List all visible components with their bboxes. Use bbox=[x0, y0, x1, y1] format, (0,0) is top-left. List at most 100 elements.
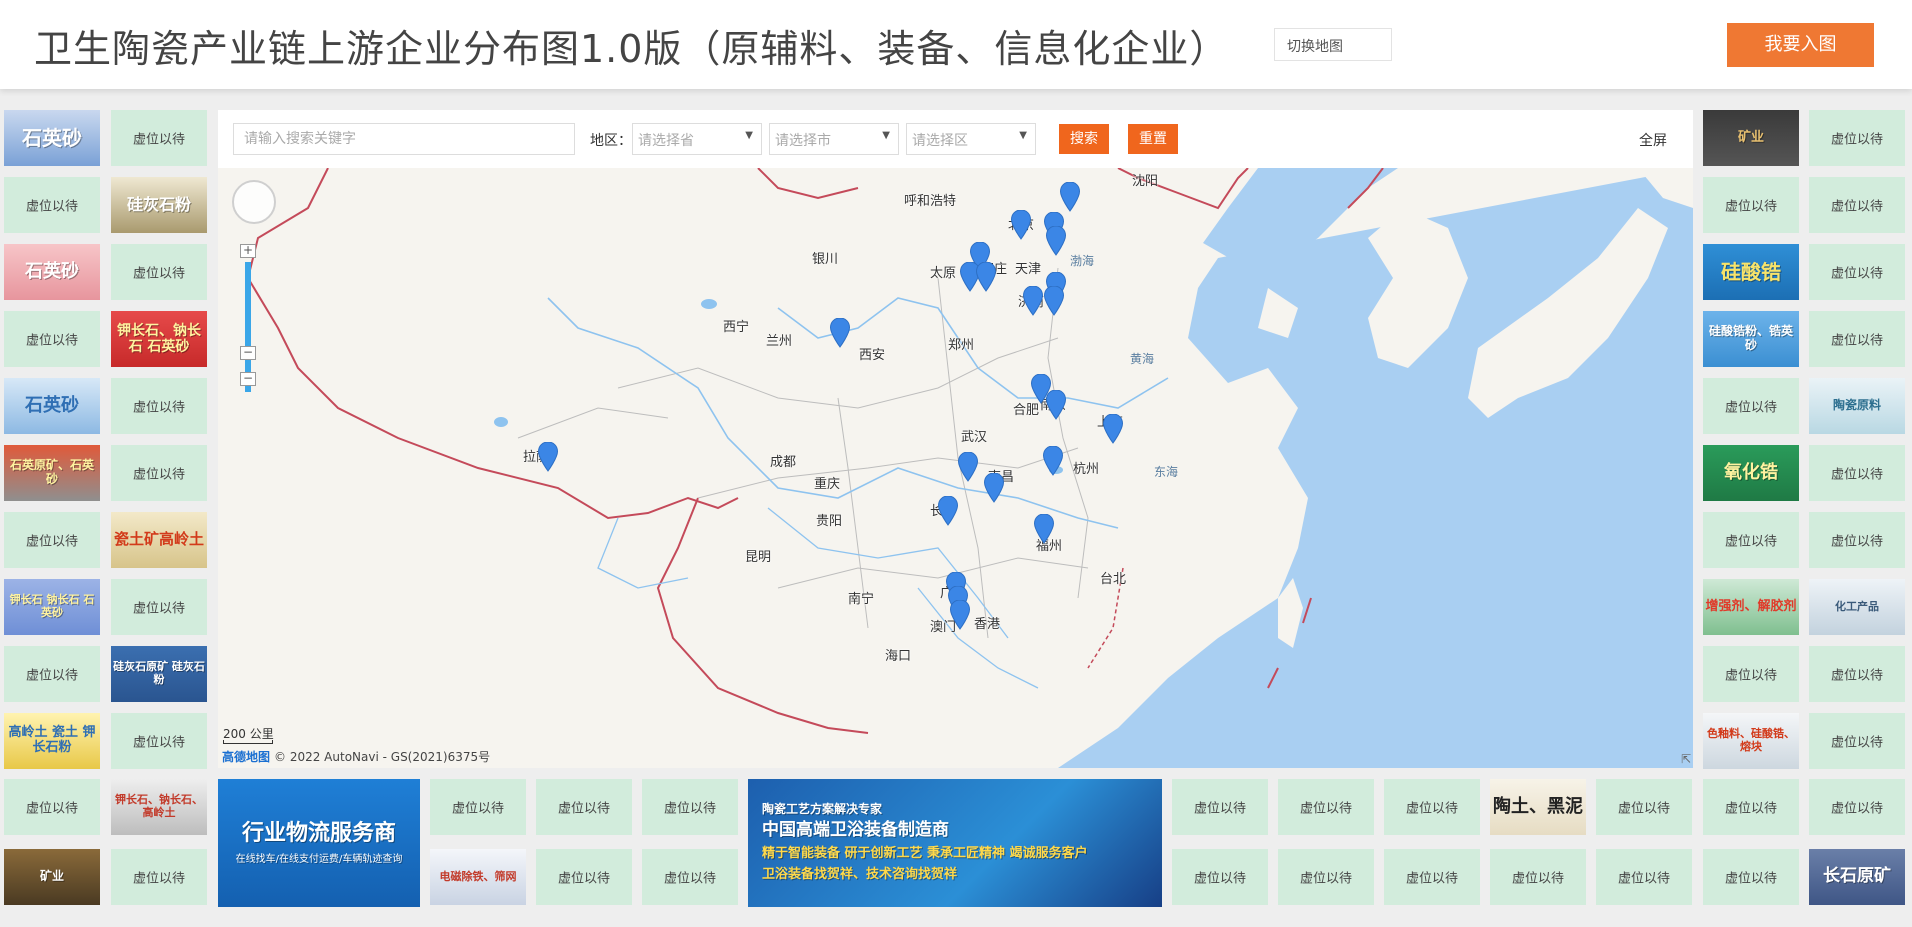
vacant-slot[interactable]: 虚位以待 bbox=[1809, 713, 1905, 769]
vacant-slot[interactable]: 虚位以待 bbox=[1809, 311, 1905, 367]
reset-button[interactable]: 重置 bbox=[1128, 124, 1178, 154]
ad-banner-r9[interactable]: 长石原矿 bbox=[1809, 849, 1905, 905]
vacant-slot[interactable]: 虚位以待 bbox=[111, 849, 207, 905]
vacant-slot[interactable]: 虚位以待 bbox=[1703, 849, 1799, 905]
zoom-slider-handle[interactable]: − bbox=[240, 346, 256, 360]
vacant-slot[interactable]: 虚位以待 bbox=[1703, 378, 1799, 434]
ad-banner-l4[interactable]: 钾长石、钠长石 石英砂 bbox=[111, 311, 207, 367]
vacant-slot[interactable]: 虚位以待 bbox=[1278, 779, 1374, 835]
zoom-out-button[interactable]: − bbox=[240, 372, 256, 386]
vacant-slot[interactable]: 虚位以待 bbox=[1384, 779, 1480, 835]
map-canvas[interactable]: 呼和浩特 沈阳 北京 天津 银川 太原 石家庄 渤海 西宁 兰州 西安 郑州 济… bbox=[218, 168, 1693, 768]
location-pin-icon[interactable] bbox=[950, 600, 970, 630]
location-pin-icon[interactable] bbox=[958, 452, 978, 482]
keyword-search-input[interactable] bbox=[233, 123, 575, 155]
vacant-slot[interactable]: 虚位以待 bbox=[111, 579, 207, 635]
location-pin-icon[interactable] bbox=[830, 318, 850, 348]
ad-banner-r2[interactable]: 硅酸锆 bbox=[1703, 244, 1799, 300]
vacant-slot[interactable]: 虚位以待 bbox=[1384, 849, 1480, 905]
vacant-slot[interactable]: 虚位以待 bbox=[1703, 779, 1799, 835]
vacant-slot[interactable]: 虚位以待 bbox=[1809, 646, 1905, 702]
ad-banner-l7[interactable]: 瓷土矿高岭土 bbox=[111, 512, 207, 568]
ad-banner-l2[interactable]: 硅灰石粉 bbox=[111, 177, 207, 233]
city-select[interactable]: 请选择市 ▼ bbox=[769, 123, 899, 155]
ad-banner-r6[interactable]: 增强剂、解胶剂 bbox=[1703, 579, 1799, 635]
district-select[interactable]: 请选择区 ▼ bbox=[906, 123, 1036, 155]
map-pan-control[interactable] bbox=[232, 180, 276, 224]
vacant-slot[interactable]: 虚位以待 bbox=[1278, 849, 1374, 905]
vacant-slot[interactable]: 虚位以待 bbox=[1809, 110, 1905, 166]
ad-banner-r3[interactable]: 硅酸锆粉、锆英砂 bbox=[1703, 311, 1799, 367]
vacant-label: 虚位以待 bbox=[1193, 871, 1246, 887]
vacant-slot[interactable]: 虚位以待 bbox=[1809, 244, 1905, 300]
location-pin-icon[interactable] bbox=[1011, 210, 1031, 240]
vacant-slot[interactable]: 虚位以待 bbox=[111, 244, 207, 300]
vacant-slot[interactable]: 虚位以待 bbox=[1809, 512, 1905, 568]
ad-banner-l1[interactable]: 石英砂 bbox=[4, 110, 100, 166]
vacant-slot[interactable]: 虚位以待 bbox=[430, 779, 526, 835]
vacant-slot[interactable]: 虚位以待 bbox=[1703, 512, 1799, 568]
expand-corner-icon[interactable]: ⇱ bbox=[1681, 752, 1691, 766]
vacant-slot[interactable]: 虚位以待 bbox=[4, 779, 100, 835]
location-pin-icon[interactable] bbox=[1023, 286, 1043, 316]
ad-banner-hxg[interactable]: 陶瓷工艺方案解决专家 中国高端卫浴装备制造商 精于智能装备 研于创新工艺 秉承工… bbox=[748, 779, 1162, 907]
ad-banner-l10[interactable]: 高岭土 瓷土 钾长石粉 bbox=[4, 713, 100, 769]
ad-banner-r8[interactable]: 色釉料、硅酸锆、熔块 bbox=[1703, 713, 1799, 769]
location-pin-icon[interactable] bbox=[1044, 286, 1064, 316]
switch-map-button[interactable]: 切换地图 bbox=[1274, 28, 1392, 61]
location-pin-icon[interactable] bbox=[1046, 390, 1066, 420]
vacant-slot[interactable]: 虚位以待 bbox=[4, 512, 100, 568]
vacant-slot[interactable]: 虚位以待 bbox=[1172, 849, 1268, 905]
ad-banner-r5[interactable]: 氧化锆 bbox=[1703, 445, 1799, 501]
ad-banner-l12[interactable]: 矿业 bbox=[4, 849, 100, 905]
location-pin-icon[interactable] bbox=[1103, 414, 1123, 444]
vacant-slot[interactable]: 虚位以待 bbox=[4, 177, 100, 233]
ad-banner-l8[interactable]: 钾长石 钠长石 石英砂 bbox=[4, 579, 100, 635]
ad-banner-l3[interactable]: 石英砂 bbox=[4, 244, 100, 300]
vacant-slot[interactable]: 虚位以待 bbox=[111, 713, 207, 769]
vacant-slot[interactable]: 虚位以待 bbox=[1172, 779, 1268, 835]
vacant-slot[interactable]: 虚位以待 bbox=[536, 779, 632, 835]
vacant-label: 虚位以待 bbox=[557, 871, 610, 887]
location-pin-icon[interactable] bbox=[938, 496, 958, 526]
location-pin-icon[interactable] bbox=[984, 473, 1004, 503]
location-pin-icon[interactable] bbox=[1034, 514, 1054, 544]
ad-banner-l9[interactable]: 硅灰石原矿 硅灰石粉 bbox=[111, 646, 207, 702]
ad-banner-l6[interactable]: 石英原矿、石英砂 bbox=[4, 445, 100, 501]
vacant-slot[interactable]: 虚位以待 bbox=[1703, 177, 1799, 233]
vacant-slot[interactable]: 虚位以待 bbox=[111, 110, 207, 166]
vacant-slot[interactable]: 虚位以待 bbox=[111, 378, 207, 434]
location-pin-icon[interactable] bbox=[1043, 446, 1063, 476]
vacant-slot[interactable]: 虚位以待 bbox=[642, 779, 738, 835]
vacant-label: 虚位以待 bbox=[132, 601, 185, 617]
join-map-button[interactable]: 我要入图 bbox=[1727, 23, 1874, 67]
fullscreen-button[interactable]: 全屏 bbox=[1639, 130, 1667, 150]
location-pin-icon[interactable] bbox=[538, 442, 558, 472]
province-select[interactable]: 请选择省 ▼ bbox=[632, 123, 762, 155]
ad-banner-l11[interactable]: 钾长石、钠长石、高岭土 bbox=[111, 779, 207, 835]
ad-banner-r4[interactable]: 陶瓷原料 bbox=[1809, 378, 1905, 434]
ad-banner-logistics[interactable]: 行业物流服务商 在线找车/在线支付运费/车辆轨迹查询 bbox=[218, 779, 420, 907]
location-pin-icon[interactable] bbox=[1060, 182, 1080, 212]
vacant-slot[interactable]: 虚位以待 bbox=[1490, 849, 1586, 905]
search-button[interactable]: 搜索 bbox=[1059, 124, 1109, 154]
vacant-slot[interactable]: 虚位以待 bbox=[4, 311, 100, 367]
vacant-slot[interactable]: 虚位以待 bbox=[642, 849, 738, 905]
vacant-slot[interactable]: 虚位以待 bbox=[1809, 177, 1905, 233]
ad-banner-mill[interactable]: 电磁除铁、筛网 bbox=[430, 849, 526, 905]
vacant-slot[interactable]: 虚位以待 bbox=[1596, 779, 1692, 835]
vacant-slot[interactable]: 虚位以待 bbox=[1809, 445, 1905, 501]
vacant-slot[interactable]: 虚位以待 bbox=[111, 445, 207, 501]
vacant-slot[interactable]: 虚位以待 bbox=[1596, 849, 1692, 905]
location-pin-icon[interactable] bbox=[1046, 226, 1066, 256]
vacant-slot[interactable]: 虚位以待 bbox=[4, 646, 100, 702]
vacant-slot[interactable]: 虚位以待 bbox=[1809, 779, 1905, 835]
ad-banner-l5[interactable]: 石英砂 bbox=[4, 378, 100, 434]
location-pin-icon[interactable] bbox=[976, 262, 996, 292]
ad-banner-r7[interactable]: 化工产品 bbox=[1809, 579, 1905, 635]
ad-banner-r1[interactable]: 矿业 bbox=[1703, 110, 1799, 166]
vacant-slot[interactable]: 虚位以待 bbox=[536, 849, 632, 905]
vacant-slot[interactable]: 虚位以待 bbox=[1703, 646, 1799, 702]
zoom-in-button[interactable]: + bbox=[240, 244, 256, 258]
ad-banner-clay[interactable]: 陶土、黑泥 bbox=[1490, 779, 1586, 835]
